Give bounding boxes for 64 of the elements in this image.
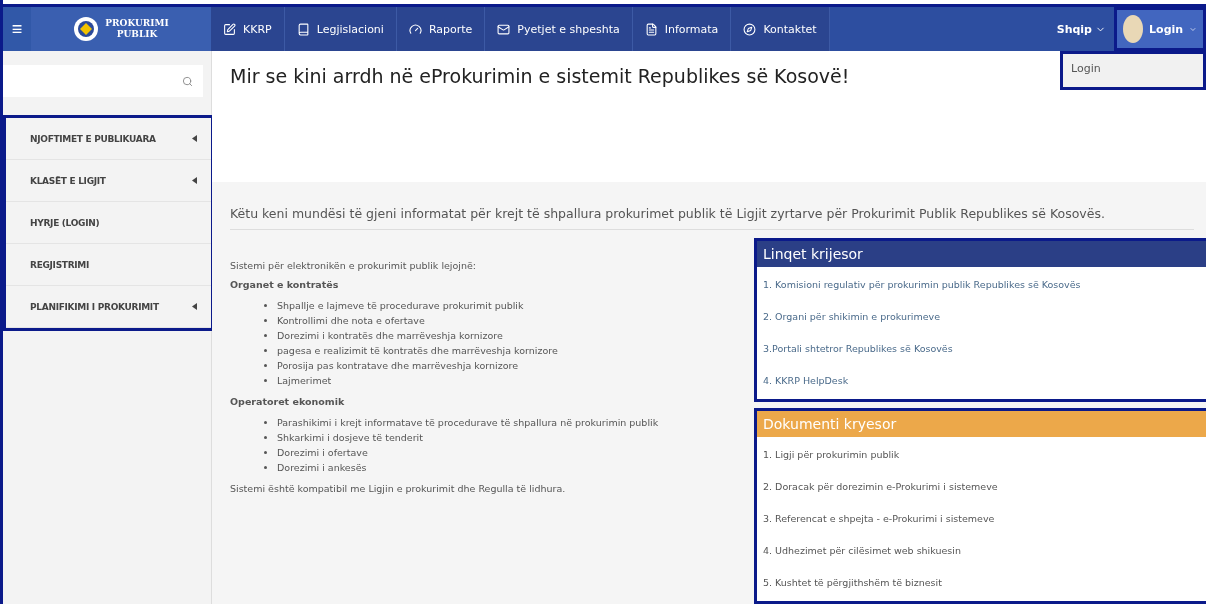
compass-icon: [743, 22, 757, 36]
emblem-icon: [73, 16, 100, 42]
logo-text: PROKURIMI PUBLIK: [105, 18, 169, 40]
search-field[interactable]: [3, 65, 203, 97]
panel-title: Dokumenti kryesor: [757, 411, 1206, 437]
login-button[interactable]: Login: [1114, 7, 1206, 51]
bullet-icon: [264, 379, 267, 382]
bullet-icon: [264, 436, 267, 439]
menu-item[interactable]: Login: [1063, 54, 1203, 87]
sidebar-item[interactable]: PLANIFIKIMI I PROKURIMIT: [6, 286, 211, 328]
section-heading: Operatoret ekonomik: [230, 396, 346, 407]
list-item: pagesa e realizimit të kontratës dhe marrëveshja kornizore: [277, 345, 558, 356]
bullet-icon: [264, 451, 267, 454]
bullet-icon: [264, 304, 267, 307]
closing-text: Sistemi është kompatibil me Ligjin e prokurimit dhe Regulla të lidhura.: [230, 483, 567, 494]
panel-link[interactable]: 2. Doracak për dorezimin e-Prokurimi i sistemeve: [757, 473, 1206, 505]
gauge-icon: [408, 22, 422, 36]
section-heading: Organet e kontratës: [230, 279, 340, 290]
book-icon: [296, 22, 310, 36]
list-item: Dorezimi i ankesës: [277, 462, 367, 473]
search-icon: [182, 75, 193, 87]
list-item: Porosija pas kontratave dhe marrëveshja kornizore: [277, 360, 518, 371]
list-item: Parashikimi i krejt informatave të procedurave të shpallura në prokurimin publik: [277, 417, 659, 428]
bullet-icon: [264, 319, 267, 322]
document-icon: [644, 22, 658, 36]
bullet-icon: [264, 334, 267, 337]
panel-title: Linqet krijesor: [757, 241, 1206, 267]
list-item: Dorezimi i ofertave: [277, 447, 368, 458]
bullet-icon: [264, 466, 267, 469]
panel-link[interactable]: 4. Udhezimet për cilësimet web shikuesin: [757, 537, 1206, 569]
sidebar-item[interactable]: KLASËT E LIGJIT: [6, 160, 211, 202]
intro-text: Këtu keni mundësi të gjeni informatat për krejt të shpallura prokurimet publik të Ligjit zyrtarve për Prokurimit Publik Republikes së Kosovës.: [230, 206, 1194, 230]
list-item: Lajmerimet: [277, 375, 332, 386]
logo[interactable]: PROKURIMI PUBLIK: [31, 7, 211, 51]
list-item: Dorezimi i kontratës dhe marrëveshja kornizore: [277, 330, 503, 341]
panel-link[interactable]: 3.Portali shtetror Republikes së Kosovës: [757, 335, 1206, 367]
panel-link[interactable]: 4. KKRP HelpDesk: [757, 367, 1206, 399]
lead-text: Sistemi për elektronikën e prokurimit publik lejojnë:: [230, 260, 478, 271]
nav-link[interactable]: Kontaktet: [731, 7, 830, 51]
bullet-icon: [264, 349, 267, 352]
nav-link[interactable]: Pyetjet e shpeshta: [485, 7, 633, 51]
sidebar-item[interactable]: NJOFTIMET E PUBLIKUARA: [6, 118, 211, 160]
nav-link[interactable]: Raporte: [396, 7, 486, 51]
sidebar-item[interactable]: REGJISTRIMI: [6, 244, 211, 286]
panel-link[interactable]: 1. Ligji për prokurimin publik: [757, 441, 1206, 473]
panel-link[interactable]: 3. Referencat e shpejta - e-Prokurimi i sistemeve: [757, 505, 1206, 537]
panel-link[interactable]: 1. Komisioni regulativ për prokurimin publik Republikes së Kosovës: [757, 271, 1206, 303]
nav-link[interactable]: Legjislacioni: [284, 7, 397, 51]
page-title: Mir se kini arrdh në eProkurimin e sistemit Republikes së Kosovë!: [230, 65, 850, 87]
bullet-icon: [264, 421, 267, 424]
list-item: Shkarkimi i dosjeve të tenderit: [277, 432, 423, 443]
menu-button[interactable]: ≡: [3, 7, 31, 51]
pencil-square-icon: [223, 22, 236, 36]
list-item: Shpallje e lajmeve të procedurave prokurimit publik: [277, 300, 524, 311]
panel-link[interactable]: 2. Organi për shikimin e prokurimeve: [757, 303, 1206, 335]
nav-link[interactable]: Informata: [632, 7, 732, 51]
avatar-icon: [1123, 15, 1144, 43]
sidebar-item[interactable]: HYRJE (LOGIN): [6, 202, 211, 244]
nav-link[interactable]: KKRP: [211, 7, 285, 51]
list-item: Kontrollimi dhe nota e ofertave: [277, 315, 425, 326]
envelope-icon: [497, 22, 511, 36]
bullet-icon: [264, 364, 267, 367]
language-selector[interactable]: Shqip: [1048, 7, 1114, 51]
panel-link[interactable]: 5. Kushtet të përgjithshëm të biznesit: [757, 569, 1206, 601]
